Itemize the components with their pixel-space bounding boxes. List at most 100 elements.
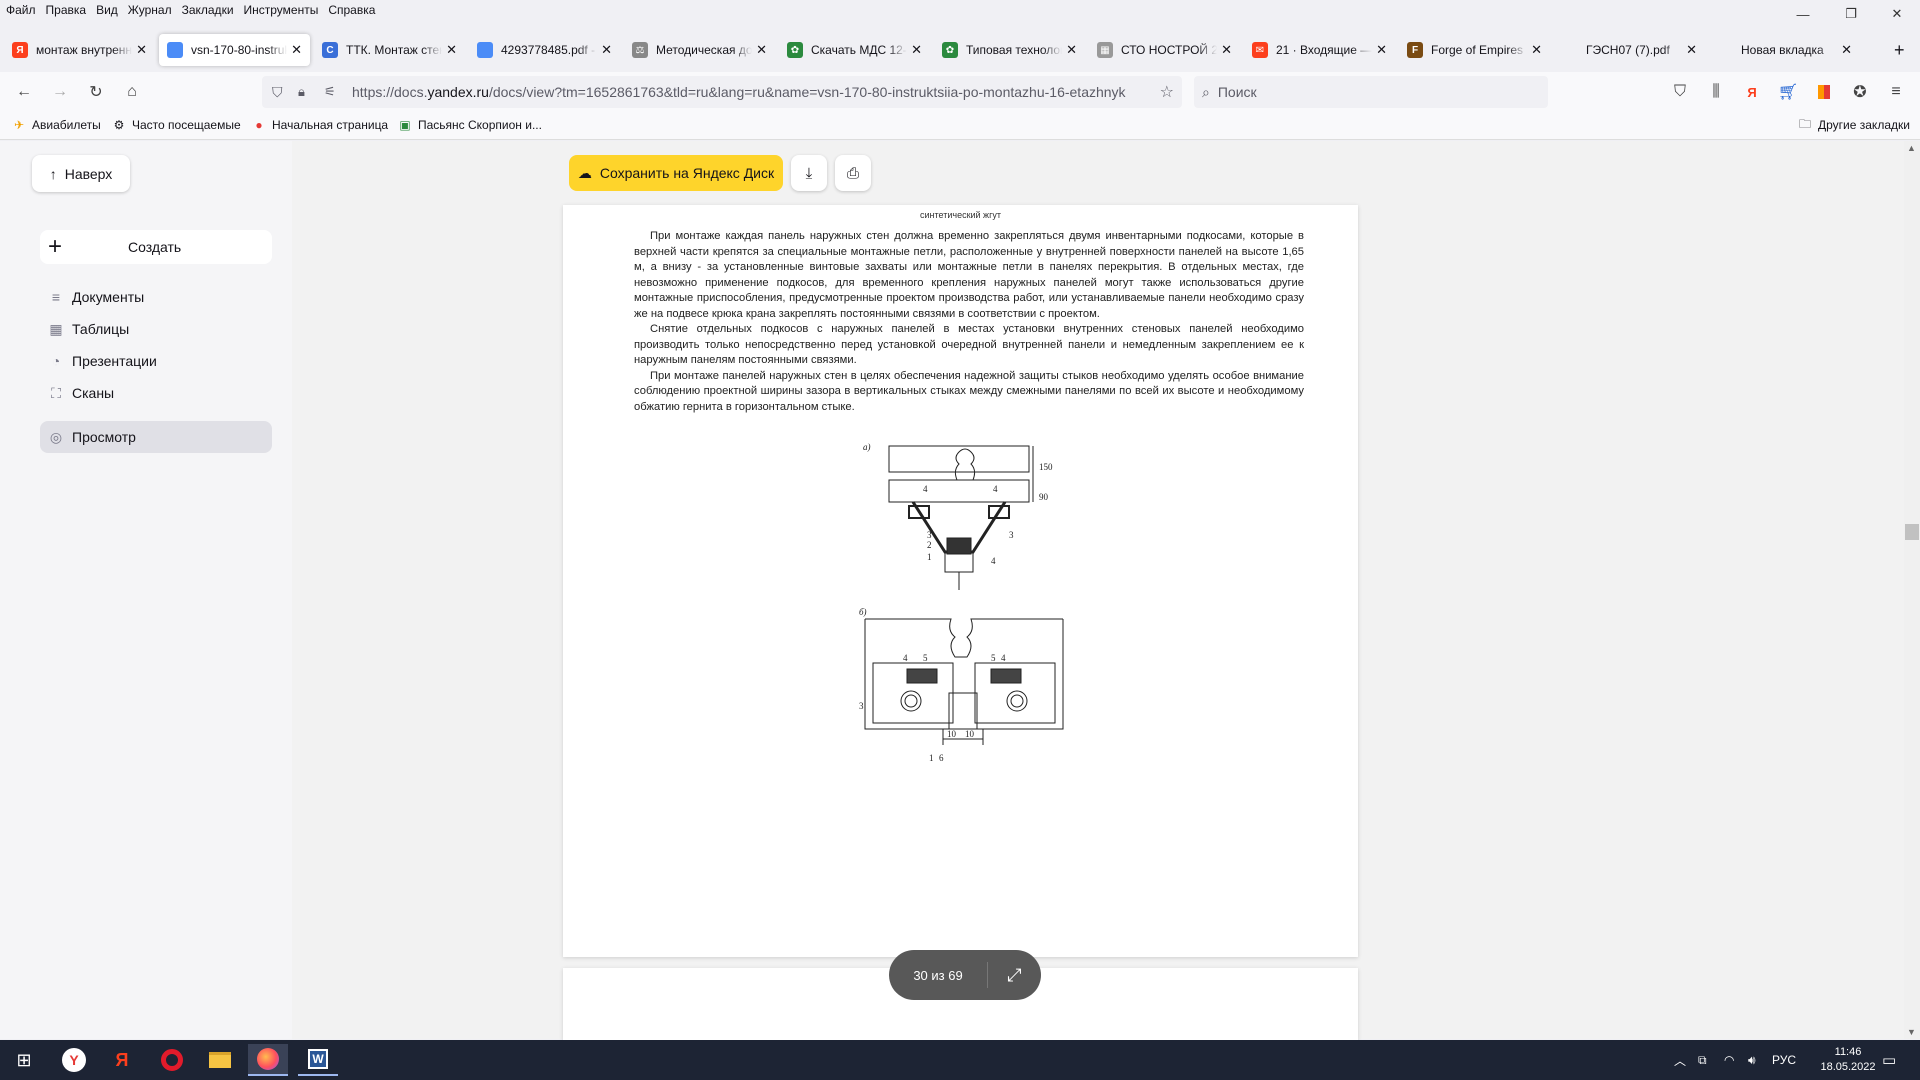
yandex-icon[interactable]: Я [102, 1044, 142, 1076]
restore-icon[interactable]: ❐ [1828, 0, 1874, 28]
sidebar-item-label: Документы [72, 289, 145, 305]
close-tab-icon[interactable]: ✕ [911, 42, 922, 58]
reload-icon[interactable]: ↻ [84, 80, 108, 104]
close-tab-icon[interactable]: ✕ [1841, 42, 1852, 58]
browser-tab[interactable]: Новая вкладка ✕ [1709, 34, 1860, 66]
flag-icon[interactable] [1812, 80, 1836, 104]
lock-icon[interactable]: 🔒︎ [298, 84, 305, 100]
page-number: 30 из 69 [913, 967, 963, 983]
sidebar-item[interactable]: ≡ Документы [40, 281, 272, 313]
language-indicator[interactable]: РУС [1772, 1040, 1796, 1080]
bookmark-icon: ✈ [13, 118, 25, 132]
opera-icon[interactable] [152, 1044, 192, 1076]
library-icon[interactable]: ⫼ [1704, 80, 1728, 104]
minimize-icon[interactable]: — [1780, 0, 1826, 28]
cart-icon[interactable]: 🛒︎ [1776, 80, 1800, 104]
browser-tab[interactable]: Ямонтаж внутренни ✕ [4, 34, 155, 66]
file-explorer-icon[interactable] [200, 1044, 240, 1076]
dim-label: 10 [947, 729, 957, 739]
close-tab-icon[interactable]: ✕ [756, 42, 767, 58]
download-button[interactable]: ⤓ [791, 155, 827, 191]
url-bar[interactable]: ⛉ 🔒︎ ⚟ https://docs.yandex.ru/docs/view?… [262, 76, 1182, 108]
close-tab-icon[interactable]: ✕ [601, 42, 612, 58]
print-button[interactable]: ⎙ [835, 155, 871, 191]
tab-favicon-icon: Я [12, 42, 28, 58]
browser-tab[interactable]: ГЭСН07 (7).pdf ✕ [1554, 34, 1705, 66]
bookmark-item[interactable]: ● Начальная страница [252, 118, 388, 132]
back-icon[interactable]: ← [12, 80, 36, 104]
menu-item[interactable]: Закладки [182, 3, 234, 17]
notifications-icon[interactable]: ▭ [1882, 1040, 1896, 1080]
create-button[interactable]: + Создать [40, 230, 272, 264]
browser-tab[interactable]: 4293778485.pdf - Я ✕ [469, 34, 620, 66]
url-text[interactable]: https://docs.yandex.ru/docs/view?tm=1652… [352, 84, 1142, 100]
sidebar-item[interactable]: ⛶ Сканы [40, 377, 272, 409]
firefox-icon[interactable] [248, 1044, 288, 1076]
bookmark-item[interactable]: ⚙ Часто посещаемые [112, 118, 241, 132]
scroll-top-button[interactable]: ↑ Наверх [32, 155, 130, 192]
app-menu-icon[interactable]: ≡ [1884, 80, 1908, 104]
bookmark-item[interactable]: ▣ Пасьянс Скорпион и... [398, 118, 542, 132]
scroll-down-icon[interactable]: ▼ [1907, 1027, 1916, 1037]
permissions-icon[interactable]: ⚟ [324, 84, 336, 100]
close-tab-icon[interactable]: ✕ [1686, 42, 1697, 58]
menu-item[interactable]: Правка [46, 3, 87, 17]
extensions-icon[interactable]: ✪ [1848, 80, 1872, 104]
pocket-icon[interactable]: ⛉ [1668, 80, 1692, 104]
dim-label: 150 [1039, 462, 1053, 472]
scroll-thumb[interactable] [1905, 524, 1919, 540]
browser-tab[interactable]: F Forge of Empires ✕ [1399, 34, 1550, 66]
close-tab-icon[interactable]: ✕ [446, 42, 457, 58]
word-icon[interactable]: W [298, 1044, 338, 1076]
close-tab-icon[interactable]: ✕ [1531, 42, 1542, 58]
forward-icon[interactable]: → [48, 80, 72, 104]
close-tab-icon[interactable]: ✕ [1221, 42, 1232, 58]
new-tab-icon[interactable]: + [1886, 34, 1916, 66]
close-window-icon[interactable]: ✕ [1874, 0, 1920, 28]
clock[interactable]: 11:46 18.05.2022 [1808, 1040, 1888, 1080]
browser-tab[interactable]: ⚖ Методическая док ✕ [624, 34, 775, 66]
windows-start-icon[interactable]: ⊞ [4, 1044, 44, 1076]
menu-item[interactable]: Файл [6, 3, 36, 17]
menu-item[interactable]: Вид [96, 3, 118, 17]
fullscreen-icon[interactable]: ⤢ [988, 965, 1041, 986]
save-to-disk-button[interactable]: ☁ Сохранить на Яндекс Диск [569, 155, 783, 191]
shield-icon[interactable]: ⛉ [272, 84, 283, 101]
browser-tab[interactable]: ✿ Скачать МДС 12-4 ✕ [779, 34, 930, 66]
sidebar-item-icon: ◔ [51, 353, 61, 369]
scrollbar[interactable]: ▲ ▼ [1904, 141, 1920, 1039]
paragraph: При монтаже панелей наружных стен в целя… [634, 369, 1304, 413]
tab-favicon-icon [167, 42, 183, 58]
yandex-icon[interactable]: Я [1740, 80, 1764, 104]
tray-device-icon[interactable]: ⧉ [1698, 1040, 1707, 1080]
bookmark-item[interactable]: ✈ Авиабилеты [12, 118, 101, 132]
search-input[interactable]: ⌕ Поиск [1194, 76, 1548, 108]
sidebar-item[interactable]: ◎ Просмотр [40, 421, 272, 453]
browser-tab[interactable]: C ТТК. Монтаж стено ✕ [314, 34, 465, 66]
menu-item[interactable]: Журнал [128, 3, 172, 17]
close-tab-icon[interactable]: ✕ [291, 42, 302, 58]
sidebar-item[interactable]: ▦ Таблицы [40, 313, 272, 345]
num-label: 3 [927, 530, 932, 540]
browser-tab[interactable]: ✿ Типовая технологи ✕ [934, 34, 1085, 66]
sidebar-item-icon: ⛶ [51, 384, 61, 401]
tab-label: СТО НОСТРОЙ 2.7 [1121, 43, 1218, 57]
yandex-browser-icon[interactable]: Y [54, 1044, 94, 1076]
menu-item[interactable]: Справка [328, 3, 375, 17]
scroll-up-icon[interactable]: ▲ [1907, 143, 1916, 153]
volume-icon[interactable]: 🔊︎ [1748, 1040, 1756, 1080]
close-tab-icon[interactable]: ✕ [1376, 42, 1387, 58]
browser-tab[interactable]: ✉ 21 · Входящие — Я✕ [1244, 34, 1395, 66]
browser-tab[interactable]: ▦ СТО НОСТРОЙ 2.7✕ [1089, 34, 1240, 66]
home-icon[interactable]: ⌂ [120, 80, 144, 104]
sidebar-item[interactable]: ◔ Презентации [40, 345, 272, 377]
tray-chevron-icon[interactable]: ︿ [1674, 1040, 1686, 1080]
browser-tab[interactable]: vsn-170-80-instruk ✕ [159, 34, 310, 66]
menu-item[interactable]: Инструменты [244, 3, 319, 17]
tab-label: Методическая док [656, 43, 753, 57]
wifi-icon[interactable]: ◠ [1724, 1040, 1734, 1080]
bookmark-star-icon[interactable]: ☆ [1160, 82, 1174, 102]
close-tab-icon[interactable]: ✕ [1066, 42, 1077, 58]
other-bookmarks[interactable]: 🗀︎ Другие закладки [1798, 117, 1910, 133]
close-tab-icon[interactable]: ✕ [136, 42, 147, 58]
